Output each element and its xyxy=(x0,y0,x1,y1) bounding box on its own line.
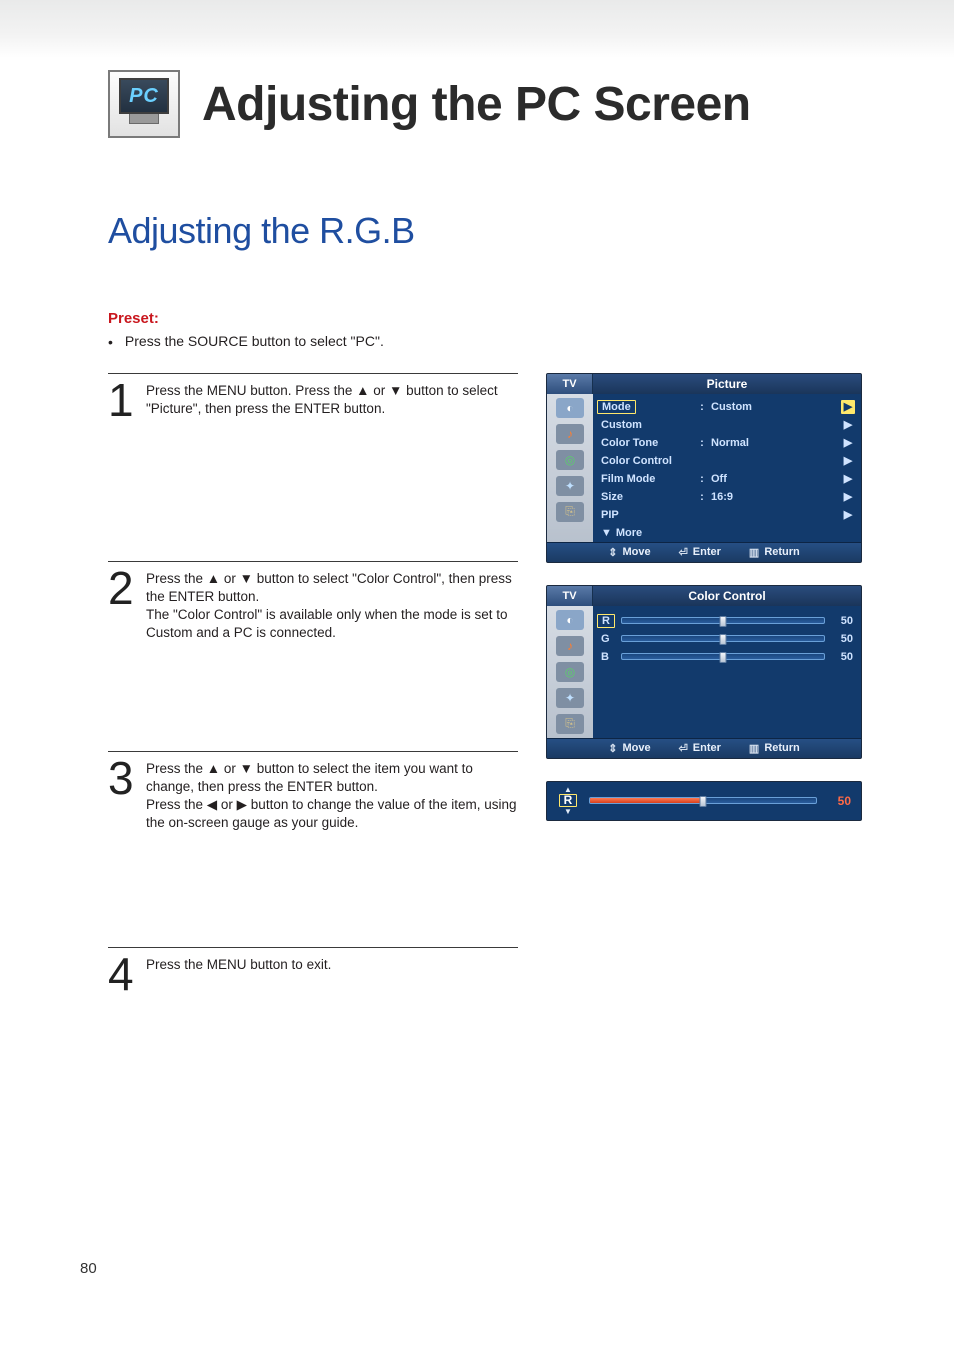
osd-color-rows: R 50 G 50 xyxy=(593,606,861,738)
osd-row-more[interactable]: ▼ More xyxy=(593,524,861,542)
step-2: 2 Press the ▲ or ▼ button to select "Col… xyxy=(108,561,518,751)
chevron-up-icon: ▲ xyxy=(564,786,572,793)
return-icon: ▥ xyxy=(749,742,759,755)
osd-color-title: Color Control xyxy=(593,586,861,606)
osd-row-film-mode[interactable]: Film Mode : Off ▶ xyxy=(593,470,861,488)
preset-heading: Preset: xyxy=(108,310,882,327)
sidebar-setup-icon[interactable]: ✦ xyxy=(556,476,584,496)
footer-enter: Enter xyxy=(693,742,721,754)
manual-page: PC Adjusting the PC Screen Adjusting the… xyxy=(0,0,954,995)
sidebar-picture-icon[interactable]: ◐ xyxy=(556,398,584,418)
osd-color-footer: ⇕ Move ⏎ Enter ▥ Return xyxy=(547,738,861,758)
osd-sidebar: ◐ ♪ ◎ ✦ ⎘ xyxy=(547,394,593,542)
arrow-right-icon: ▶ xyxy=(841,400,855,414)
pc-badge: PC xyxy=(108,70,180,138)
step-4-number: 4 xyxy=(108,954,136,995)
osd-adjust-bar: ▲ R ▼ 50 xyxy=(546,781,862,821)
return-icon: ▥ xyxy=(749,546,759,559)
sidebar-input-icon[interactable]: ⎘ xyxy=(556,502,584,522)
step-1-text: Press the MENU button. Press the ▲ or ▼ … xyxy=(146,380,518,561)
slider-b[interactable] xyxy=(621,652,825,662)
steps-column: 1 Press the MENU button. Press the ▲ or … xyxy=(108,373,518,995)
slider-g[interactable] xyxy=(621,634,825,644)
arrow-right-icon: ▶ xyxy=(841,472,855,486)
page-title: Adjusting the PC Screen xyxy=(202,77,751,132)
osd-column: TV Picture ◐ ♪ ◎ ✦ ⎘ Mode : xyxy=(546,373,862,821)
footer-move: Move xyxy=(622,742,650,754)
step-4: 4 Press the MENU button to exit. xyxy=(108,947,518,995)
osd-row-mode[interactable]: Mode : Custom ▶ xyxy=(593,398,861,416)
osd-tv-label: TV xyxy=(547,586,593,606)
sidebar-sound-icon[interactable]: ♪ xyxy=(556,636,584,656)
pc-badge-stand xyxy=(129,114,159,124)
preset-bullet: • Press the SOURCE button to select "PC"… xyxy=(108,333,882,353)
osd-row-color-tone[interactable]: Color Tone : Normal ▶ xyxy=(593,434,861,452)
step-4-text: Press the MENU button to exit. xyxy=(146,954,518,995)
value-g: 50 xyxy=(825,633,853,645)
page-header: PC Adjusting the PC Screen xyxy=(108,70,882,138)
adjust-channel[interactable]: ▲ R ▼ xyxy=(557,786,579,815)
step-3: 3 Press the ▲ or ▼ button to select the … xyxy=(108,751,518,947)
footer-return: Return xyxy=(764,742,799,754)
preset-text: Press the SOURCE button to select "PC". xyxy=(125,333,384,349)
osd-row-pip[interactable]: PIP ▶ xyxy=(593,506,861,524)
move-icon: ⇕ xyxy=(608,546,617,559)
section-title: Adjusting the R.G.B xyxy=(108,210,882,252)
adjust-value: 50 xyxy=(827,794,851,808)
arrow-right-icon: ▶ xyxy=(841,508,855,522)
sidebar-input-icon[interactable]: ⎘ xyxy=(556,714,584,734)
arrow-right-icon: ▶ xyxy=(841,436,855,450)
cc-row-b[interactable]: B 50 xyxy=(601,648,853,666)
osd-tv-label: TV xyxy=(547,374,593,394)
value-b: 50 xyxy=(825,651,853,663)
footer-enter: Enter xyxy=(693,546,721,558)
adjust-slider[interactable] xyxy=(589,796,817,806)
page-number: 80 xyxy=(80,1260,97,1277)
osd-color-control-menu: TV Color Control ◐ ♪ ◎ ✦ ⎘ R xyxy=(546,585,862,759)
chevron-down-icon: ▼ xyxy=(564,808,572,815)
slider-r[interactable] xyxy=(621,616,825,626)
enter-icon: ⏎ xyxy=(679,742,688,755)
osd-picture-rows: Mode : Custom ▶ Custom ▶ Color Ton xyxy=(593,394,861,542)
osd-sidebar: ◐ ♪ ◎ ✦ ⎘ xyxy=(547,606,593,738)
osd-row-size[interactable]: Size : 16:9 ▶ xyxy=(593,488,861,506)
move-icon: ⇕ xyxy=(608,742,617,755)
step-2-text: Press the ▲ or ▼ button to select "Color… xyxy=(146,568,518,751)
arrow-right-icon: ▶ xyxy=(841,490,855,504)
osd-row-color-control[interactable]: Color Control ▶ xyxy=(593,452,861,470)
cc-row-g[interactable]: G 50 xyxy=(601,630,853,648)
sidebar-channel-icon[interactable]: ◎ xyxy=(556,450,584,470)
footer-return: Return xyxy=(764,546,799,558)
step-3-number: 3 xyxy=(108,758,136,947)
adjust-channel-label: R xyxy=(559,794,578,807)
enter-icon: ⏎ xyxy=(679,546,688,559)
arrow-right-icon: ▶ xyxy=(841,454,855,468)
step-1-number: 1 xyxy=(108,380,136,561)
sidebar-sound-icon[interactable]: ♪ xyxy=(556,424,584,444)
step-2-number: 2 xyxy=(108,568,136,751)
cc-row-r[interactable]: R 50 xyxy=(601,612,853,630)
osd-picture-footer: ⇕ Move ⏎ Enter ▥ Return xyxy=(547,542,861,562)
osd-row-custom[interactable]: Custom ▶ xyxy=(593,416,861,434)
value-r: 50 xyxy=(825,615,853,627)
bullet-dot: • xyxy=(108,333,113,353)
step-1: 1 Press the MENU button. Press the ▲ or … xyxy=(108,373,518,561)
sidebar-channel-icon[interactable]: ◎ xyxy=(556,662,584,682)
footer-move: Move xyxy=(622,546,650,558)
osd-picture-menu: TV Picture ◐ ♪ ◎ ✦ ⎘ Mode : xyxy=(546,373,862,563)
step-3-text: Press the ▲ or ▼ button to select the it… xyxy=(146,758,518,947)
arrow-right-icon: ▶ xyxy=(841,418,855,432)
chevron-down-icon: ▼ xyxy=(601,527,612,539)
osd-picture-title: Picture xyxy=(593,374,861,394)
pc-badge-label: PC xyxy=(119,78,169,114)
sidebar-picture-icon[interactable]: ◐ xyxy=(556,610,584,630)
sidebar-setup-icon[interactable]: ✦ xyxy=(556,688,584,708)
